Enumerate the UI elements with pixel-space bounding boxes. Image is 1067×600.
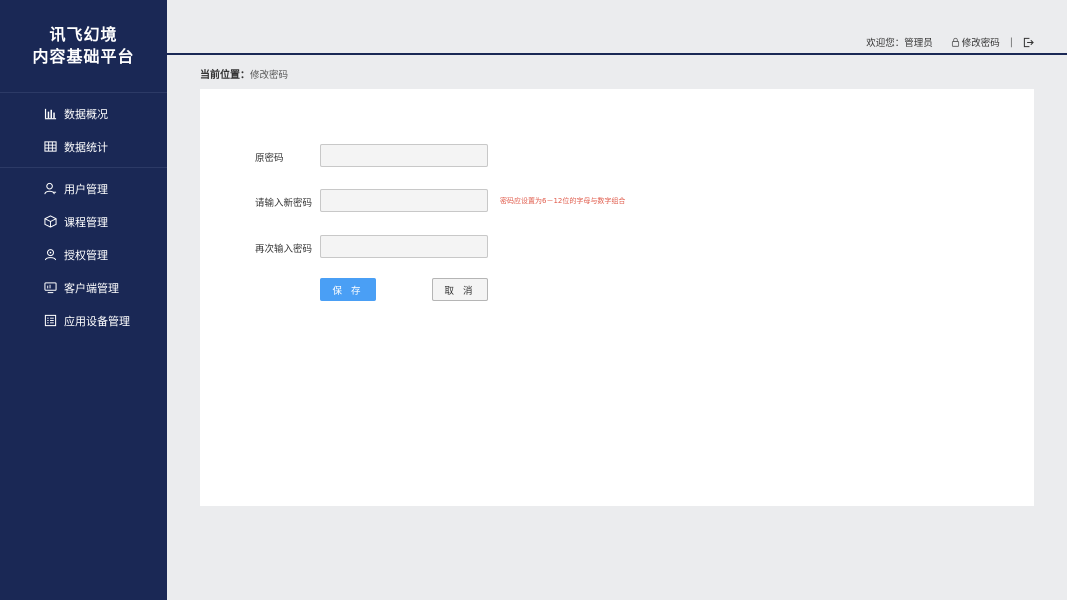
sidebar-item-label: 用户管理 — [64, 182, 108, 196]
sidebar-item-course-management[interactable]: 课程管理 — [0, 205, 167, 238]
confirm-password-input[interactable] — [320, 235, 488, 258]
new-password-row: 请输入新密码 密码应设置为6－12位的字母与数字组合 — [200, 189, 1034, 213]
change-password-link[interactable]: 修改密码 — [951, 35, 1000, 49]
sidebar: 讯飞幻境 内容基础平台 数据概况 数据统计 用户管理 课程管理 授权管理 客户端… — [0, 0, 167, 600]
confirm-password-row: 再次输入密码 — [200, 235, 1034, 259]
monitor-icon — [43, 281, 57, 295]
sidebar-item-data-overview[interactable]: 数据概况 — [0, 97, 167, 130]
sidebar-item-label: 应用设备管理 — [64, 314, 130, 328]
breadcrumb: 当前位置：修改密码 — [200, 66, 288, 81]
user-toolbar: 欢迎您：管理员 修改密码 | — [866, 35, 1034, 49]
breadcrumb-label: 当前位置： — [200, 70, 250, 81]
change-password-panel: 原密码 请输入新密码 密码应设置为6－12位的字母与数字组合 再次输入密码 保 … — [200, 89, 1034, 506]
table-icon — [43, 140, 57, 154]
confirm-password-label: 再次输入密码 — [255, 244, 313, 255]
old-password-input[interactable] — [320, 144, 488, 167]
toolbar-separator: | — [1009, 36, 1013, 48]
brand-logo: 讯飞幻境 内容基础平台 — [0, 0, 167, 93]
save-button[interactable]: 保 存 — [320, 278, 376, 301]
user-icon — [43, 182, 57, 196]
brand-title-line1: 讯飞幻境 — [49, 25, 118, 44]
breadcrumb-current: 修改密码 — [250, 70, 289, 81]
password-rule-hint: 密码应设置为6－12位的字母与数字组合 — [500, 197, 626, 205]
nav-group-data: 数据概况 数据统计 — [0, 93, 167, 168]
device-list-icon — [43, 314, 57, 328]
cancel-button[interactable]: 取 消 — [432, 278, 488, 301]
bar-chart-icon — [43, 107, 57, 121]
sidebar-item-label: 授权管理 — [64, 248, 108, 262]
sidebar-item-data-statistics[interactable]: 数据统计 — [0, 130, 167, 163]
new-password-input[interactable] — [320, 189, 488, 212]
change-password-label: 修改密码 — [961, 38, 1000, 49]
new-password-label: 请输入新密码 — [255, 198, 313, 209]
cube-icon — [43, 215, 57, 229]
sidebar-item-authorization-management[interactable]: 授权管理 — [0, 238, 167, 271]
logout-icon[interactable] — [1023, 37, 1034, 48]
brand-title-line2: 内容基础平台 — [32, 47, 135, 66]
sidebar-item-label: 数据概况 — [64, 107, 108, 121]
sidebar-item-user-management[interactable]: 用户管理 — [0, 172, 167, 205]
old-password-row: 原密码 — [200, 144, 1034, 168]
sidebar-item-client-management[interactable]: 客户端管理 — [0, 271, 167, 304]
nav-group-management: 用户管理 课程管理 授权管理 客户端管理 应用设备管理 — [0, 168, 167, 341]
sidebar-item-label: 客户端管理 — [64, 281, 119, 295]
top-bar: 欢迎您：管理员 修改密码 | — [167, 0, 1067, 55]
sidebar-item-label: 数据统计 — [64, 140, 108, 154]
sidebar-item-app-device-management[interactable]: 应用设备管理 — [0, 304, 167, 337]
lock-icon — [951, 37, 959, 47]
authorize-icon — [43, 248, 57, 262]
sidebar-item-label: 课程管理 — [64, 215, 108, 229]
welcome-text: 欢迎您：管理员 — [866, 38, 933, 49]
old-password-label: 原密码 — [255, 153, 284, 164]
